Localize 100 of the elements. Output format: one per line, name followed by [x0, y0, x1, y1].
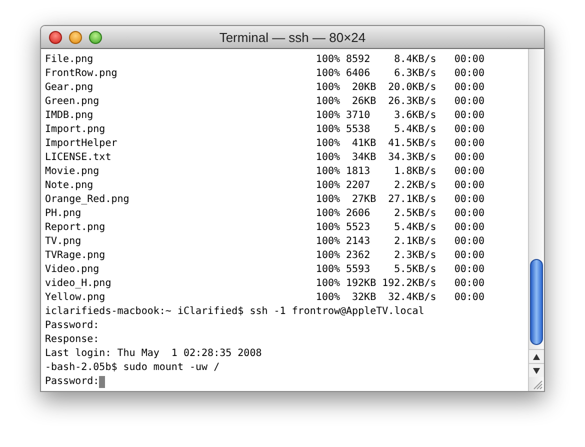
transfer-percent: 100%	[316, 277, 340, 291]
transfer-rate: 8.4KB/s	[393, 53, 436, 67]
transfer-rate: 5.5KB/s	[393, 263, 436, 277]
transfer-rate: 5.4KB/s	[393, 123, 436, 137]
file-name: IMDB.png	[45, 109, 94, 123]
terminal-line: Last login: Thu May 1 02:28:35 2008	[45, 347, 262, 361]
file-size: 5538	[345, 123, 372, 137]
transfer-rate: 5.4KB/s	[393, 221, 436, 235]
window-title: Terminal — ssh — 80×24	[219, 30, 366, 44]
file-name: TVRage.png	[45, 249, 106, 263]
transfer-time: 00:00	[453, 109, 484, 123]
scroll-down-button[interactable]	[529, 363, 544, 377]
scroll-thumb[interactable]	[530, 259, 543, 345]
transfer-percent: 100%	[316, 137, 340, 151]
transfer-rate: 6.3KB/s	[393, 67, 436, 81]
transfer-time: 00:00	[453, 291, 484, 305]
transfer-time: 00:00	[453, 207, 484, 221]
terminal-line: Response:	[45, 333, 100, 347]
transfer-percent: 100%	[316, 193, 340, 207]
transfer-rate: 3.6KB/s	[393, 109, 436, 123]
transfer-time: 00:00	[453, 123, 484, 137]
transfer-percent: 100%	[316, 67, 340, 81]
file-name: LICENSE.txt	[45, 151, 112, 165]
close-button[interactable]	[49, 30, 62, 44]
transfer-rate: 2.3KB/s	[393, 249, 436, 263]
terminal-line: iclarifieds-macbook:~ iClarified$ ssh -1 frontrow@AppleTV.local	[45, 305, 424, 319]
transfer-time: 00:00	[453, 67, 484, 81]
transfer-rate: 20.0KB/s	[387, 81, 436, 95]
transfer-percent: 100%	[316, 95, 340, 109]
file-name: Video.png	[45, 263, 100, 277]
file-name: Note.png	[45, 179, 94, 193]
file-name: TV.png	[45, 235, 82, 249]
resize-grip-icon[interactable]	[531, 378, 543, 390]
file-size: 27KB	[351, 193, 376, 207]
file-size: 5593	[345, 263, 372, 277]
transfer-rate: 1.8KB/s	[393, 165, 436, 179]
file-name: Green.png	[45, 95, 100, 109]
file-size: 192KB	[345, 277, 376, 291]
file-size: 20KB	[351, 81, 376, 95]
file-name: Yellow.png	[45, 291, 106, 305]
file-name: Import.png	[45, 123, 106, 137]
file-size: 2362	[345, 249, 372, 263]
transfer-percent: 100%	[316, 179, 340, 193]
transfer-percent: 100%	[316, 53, 340, 67]
file-name: Orange_Red.png	[45, 193, 130, 207]
terminal-line: Password:	[45, 375, 100, 389]
file-size: 8592	[345, 53, 372, 67]
transfer-percent: 100%	[316, 235, 340, 249]
transfer-time: 00:00	[453, 95, 484, 109]
transfer-rate: 34.3KB/s	[387, 151, 436, 165]
transfer-time: 00:00	[453, 277, 484, 291]
file-name: File.png	[45, 53, 94, 67]
transfer-time: 00:00	[453, 165, 484, 179]
minimize-button[interactable]	[69, 30, 82, 44]
file-size: 5523	[345, 221, 372, 235]
transfer-time: 00:00	[453, 81, 484, 95]
transfer-percent: 100%	[316, 109, 340, 123]
file-size: 2606	[345, 207, 372, 221]
transfer-time: 00:00	[453, 137, 484, 151]
transfer-rate: 32.4KB/s	[387, 291, 436, 305]
file-size: 34KB	[351, 151, 376, 165]
transfer-percent: 100%	[316, 263, 340, 277]
transfer-time: 00:00	[453, 53, 484, 67]
transfer-rate: 2.2KB/s	[393, 179, 436, 193]
file-size: 2143	[345, 235, 372, 249]
transfer-percent: 100%	[316, 207, 340, 221]
file-name: ImportHelper	[45, 137, 118, 151]
transfer-percent: 100%	[316, 165, 340, 179]
transfer-rate: 27.1KB/s	[387, 193, 436, 207]
file-name: Movie.png	[45, 165, 100, 179]
zoom-button[interactable]	[89, 30, 102, 44]
file-name: Gear.png	[45, 81, 94, 95]
transfer-percent: 100%	[316, 291, 340, 305]
transfer-time: 00:00	[453, 263, 484, 277]
terminal-line: Password:	[45, 319, 100, 333]
transfer-time: 00:00	[453, 193, 484, 207]
file-size: 1813	[345, 165, 372, 179]
file-name: Report.png	[45, 221, 106, 235]
transfer-rate: 2.5KB/s	[393, 207, 436, 221]
terminal-line: -bash-2.05b$ sudo mount -uw /	[45, 361, 220, 375]
file-name: PH.png	[45, 207, 82, 221]
file-name: FrontRow.png	[45, 67, 118, 81]
up-arrow-icon	[533, 354, 540, 360]
transfer-percent: 100%	[316, 221, 340, 235]
transfer-rate: 41.5KB/s	[387, 137, 436, 151]
file-size: 32KB	[351, 291, 376, 305]
scroll-up-button[interactable]	[529, 349, 544, 363]
transfer-time: 00:00	[453, 151, 484, 165]
transfer-percent: 100%	[316, 81, 340, 95]
file-size: 6406	[345, 67, 372, 81]
transfer-rate: 2.1KB/s	[393, 235, 436, 249]
transfer-time: 00:00	[453, 179, 484, 193]
file-size: 41KB	[351, 137, 376, 151]
transfer-time: 00:00	[453, 235, 484, 249]
file-name: video_H.png	[45, 277, 112, 291]
transfer-percent: 100%	[316, 151, 340, 165]
scrollbar[interactable]	[528, 49, 544, 391]
transfer-percent: 100%	[316, 123, 340, 137]
transfer-percent: 100%	[316, 249, 340, 263]
file-size: 3710	[345, 109, 372, 123]
